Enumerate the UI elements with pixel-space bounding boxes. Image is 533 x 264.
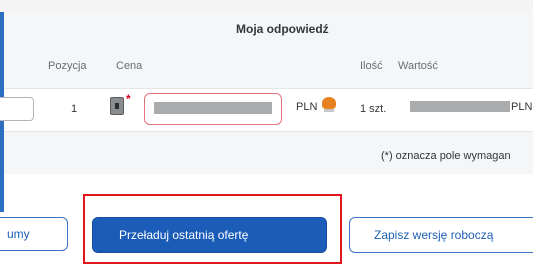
column-header-cena: Cena	[116, 60, 143, 72]
value-currency: PLN	[511, 101, 533, 113]
price-value-redacted	[154, 102, 272, 114]
partial-button-label: umy	[7, 227, 30, 241]
column-header-wartosc: Wartość	[398, 60, 438, 72]
required-marker: *	[126, 92, 131, 106]
row-left-field[interactable]	[0, 97, 34, 121]
section-title: Moja odpowiedź	[236, 22, 329, 36]
column-header-ilosc: Ilość	[360, 60, 383, 72]
save-draft-label: Zapisz wersję roboczą	[374, 228, 494, 242]
top-band	[0, 0, 533, 12]
document-icon[interactable]	[110, 97, 124, 115]
price-currency: PLN	[296, 101, 318, 113]
row-quantity: 1 szt.	[360, 103, 387, 115]
row-position: 1	[71, 103, 78, 115]
column-header-pozycja: Pozycja	[48, 60, 87, 72]
coin-icon[interactable]	[322, 97, 336, 113]
value-redacted	[410, 101, 510, 112]
highlight-frame	[83, 194, 342, 264]
required-fields-note: (*) oznacza pole wymagan	[381, 150, 511, 162]
